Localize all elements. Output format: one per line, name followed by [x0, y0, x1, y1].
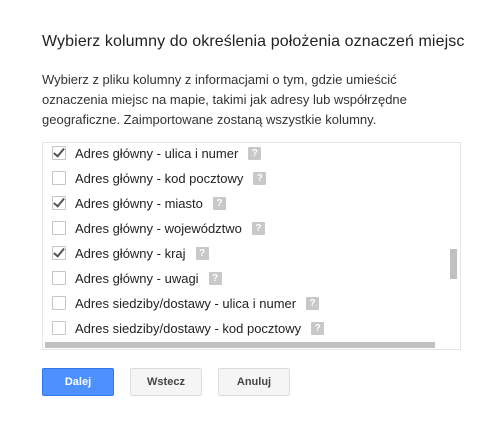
dialog-title: Wybierz kolumny do określenia położenia … [42, 33, 465, 50]
column-checkbox[interactable] [52, 246, 66, 260]
column-list[interactable]: Adres główny - ulica i numer ? Adres głó… [42, 142, 461, 350]
column-row[interactable]: Adres główny - ulica i numer ? [52, 143, 262, 165]
horizontal-scrollbar-thumb[interactable] [45, 342, 435, 348]
help-icon[interactable]: ? [253, 171, 267, 185]
column-row[interactable]: Adres główny - kod pocztowy ? [52, 166, 267, 190]
column-label: Adres główny - kod pocztowy [75, 170, 244, 186]
column-row[interactable]: Adres główny - miasto ? [52, 191, 226, 215]
help-icon[interactable]: ? [208, 271, 222, 285]
help-icon[interactable]: ? [212, 196, 226, 210]
back-button[interactable]: Wstecz [130, 368, 202, 396]
cancel-button[interactable]: Anuluj [218, 368, 290, 396]
column-label: Adres główny - kraj [75, 245, 186, 261]
dialog-description: Wybierz z pliku kolumny z informacjami o… [42, 72, 407, 127]
column-checkbox[interactable] [52, 271, 66, 285]
column-row[interactable]: Adres siedziby/dostawy - ulica i numer ? [52, 291, 320, 315]
column-checkbox[interactable] [52, 146, 66, 160]
column-label: Adres główny - województwo [75, 220, 242, 236]
column-checkbox[interactable] [52, 221, 66, 235]
column-row[interactable]: Adres główny - uwagi ? [52, 266, 222, 290]
column-label: Adres główny - miasto [75, 195, 203, 211]
column-checkbox[interactable] [52, 171, 66, 185]
column-checkbox[interactable] [52, 196, 66, 210]
vertical-scrollbar-thumb[interactable] [450, 249, 457, 279]
column-row[interactable]: Adres siedziby/dostawy - kod pocztowy ? [52, 316, 325, 340]
help-icon[interactable]: ? [195, 246, 209, 260]
column-checkbox[interactable] [52, 296, 66, 310]
column-row[interactable]: Adres główny - województwo ? [52, 216, 265, 240]
help-icon[interactable]: ? [306, 296, 320, 310]
help-icon[interactable]: ? [251, 221, 265, 235]
column-label: Adres główny - uwagi [75, 270, 199, 286]
help-icon[interactable]: ? [248, 146, 262, 160]
column-label: Adres siedziby/dostawy - kod pocztowy [75, 320, 302, 336]
help-icon[interactable]: ? [311, 321, 325, 335]
column-row[interactable]: Adres główny - kraj ? [52, 241, 209, 265]
next-button[interactable]: Dalej [42, 368, 114, 396]
column-label: Adres siedziby/dostawy - ulica i numer [75, 295, 297, 311]
column-checkbox[interactable] [52, 321, 66, 335]
column-label: Adres główny - ulica i numer [75, 145, 239, 161]
